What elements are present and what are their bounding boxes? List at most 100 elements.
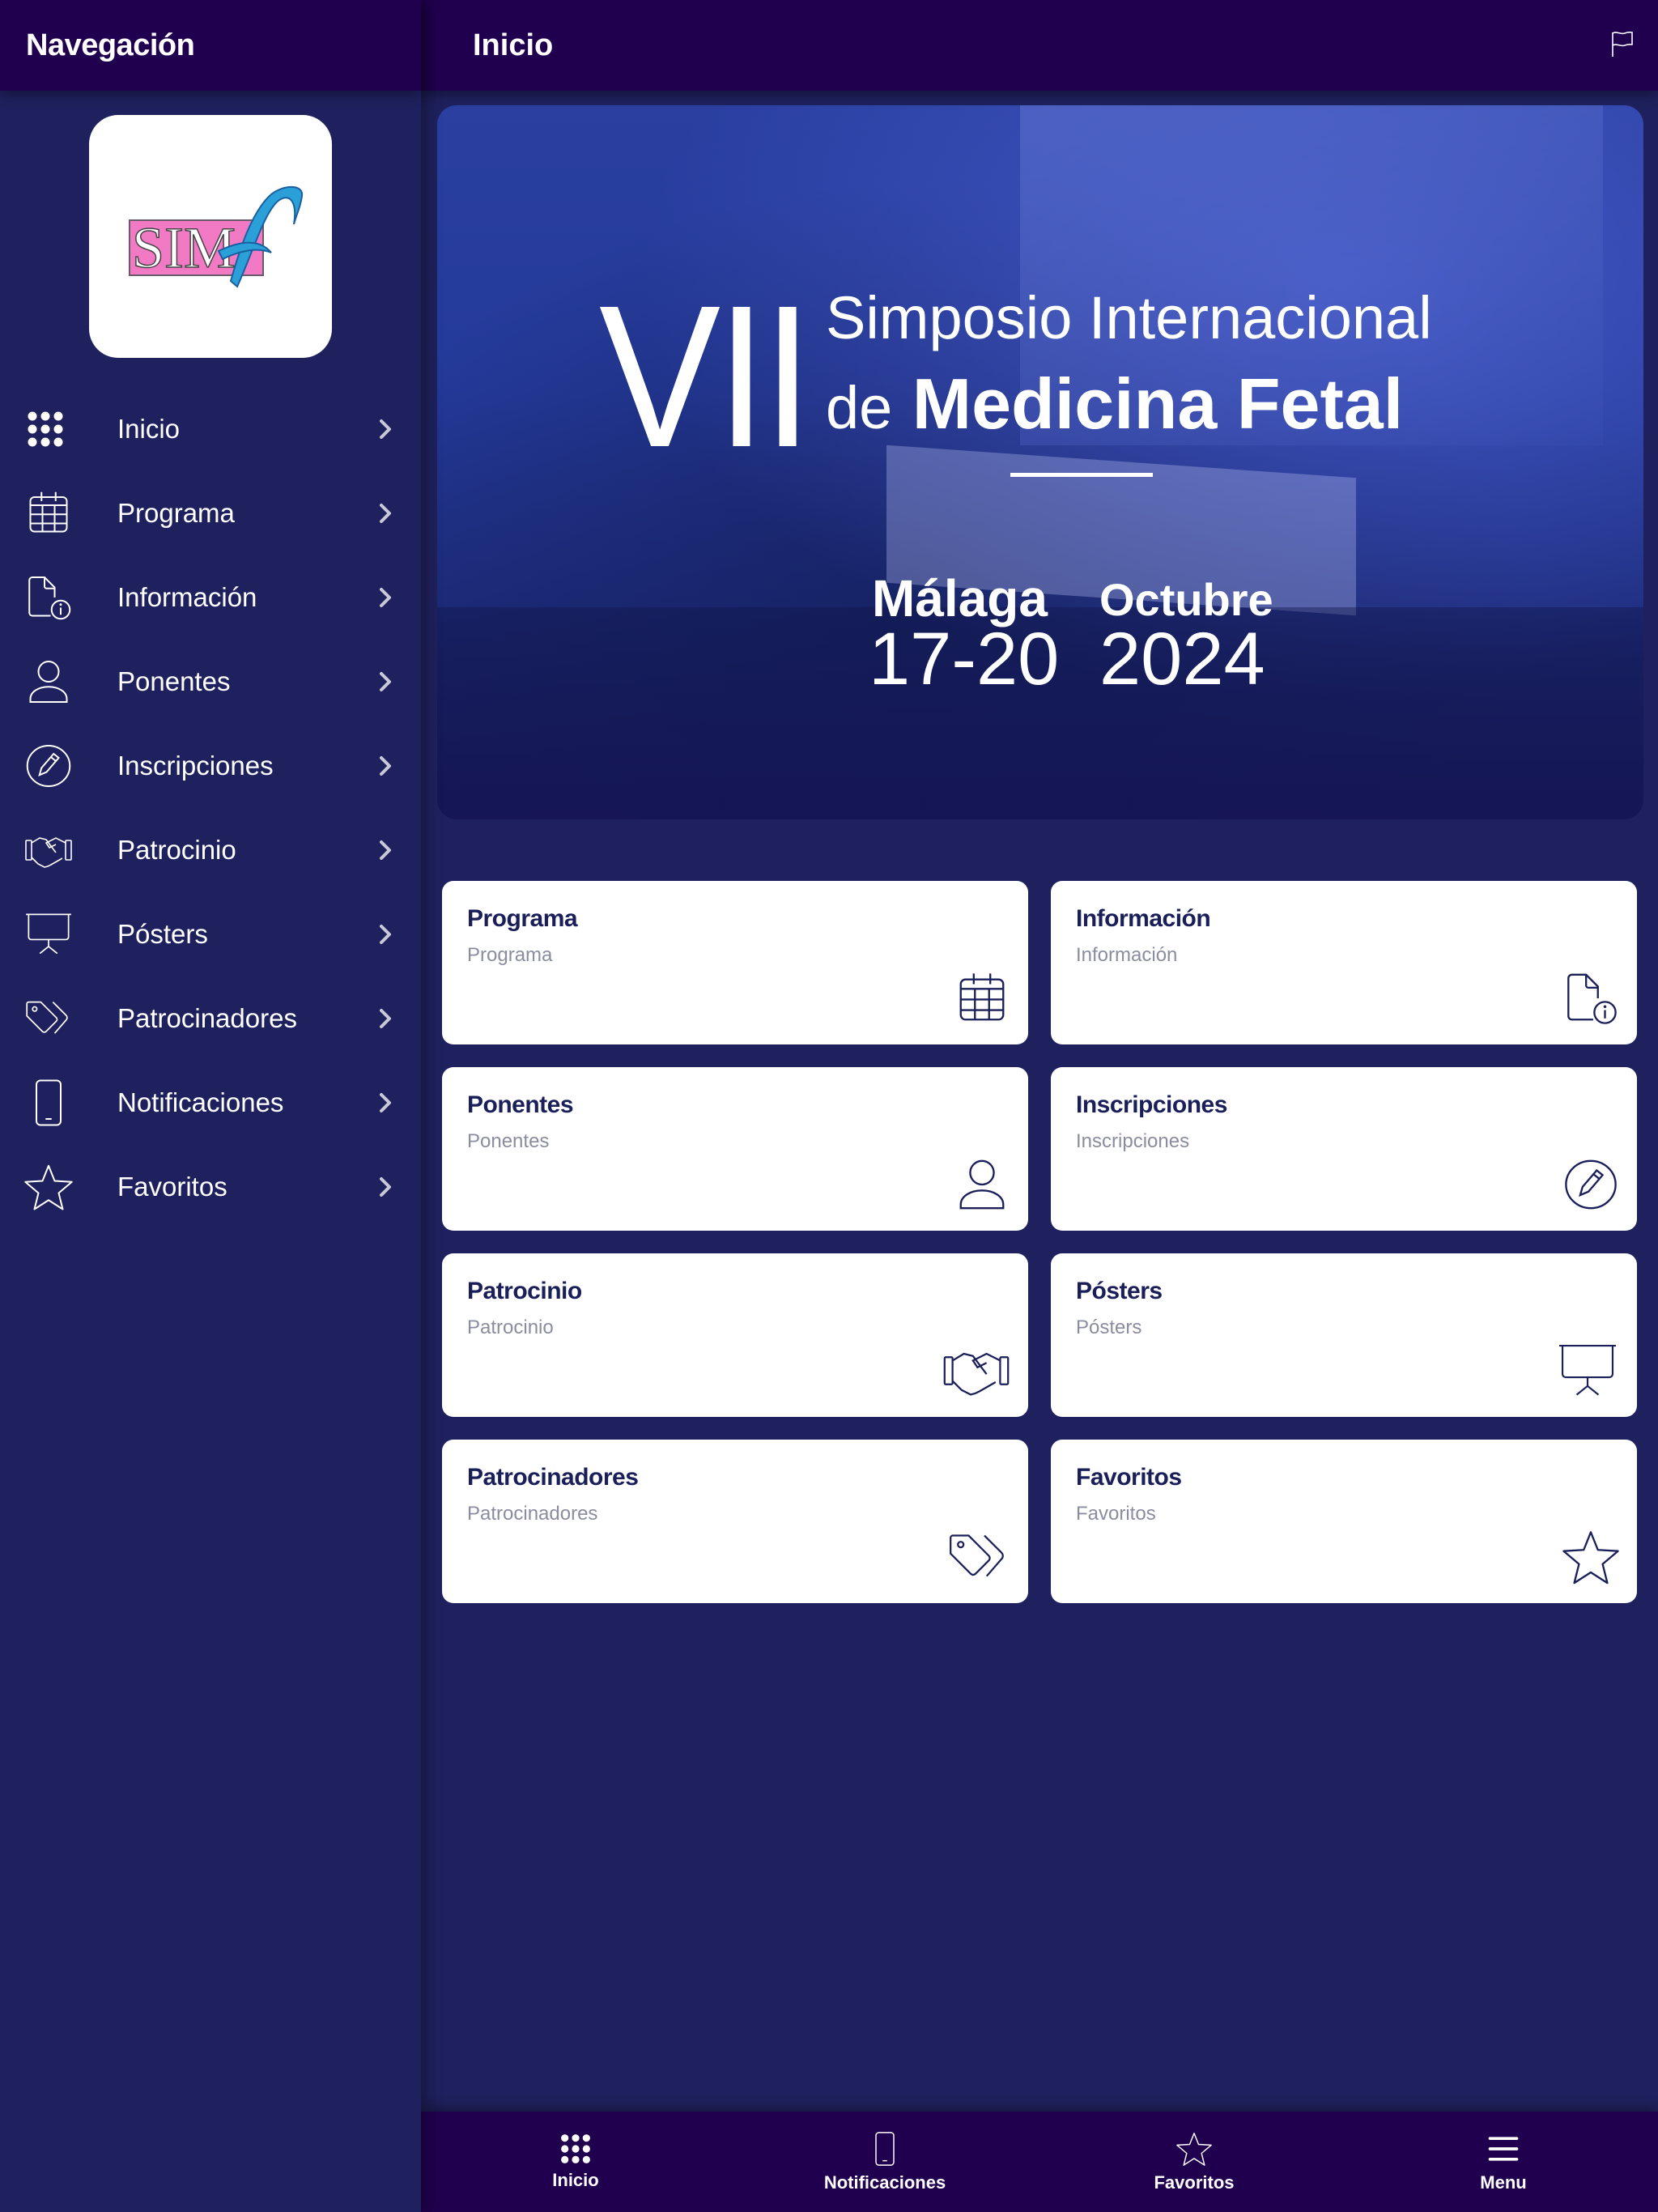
card-subtitle: Inscripciones [1076,1130,1190,1152]
card-title: Patrocinadores [467,1464,639,1491]
card-posters[interactable]: Pósters Pósters [1051,1253,1637,1417]
phone-icon [24,1078,73,1127]
card-subtitle: Ponentes [467,1130,550,1152]
card-title: Inscripciones [1076,1091,1227,1118]
drawer-title: Navegación [26,28,195,62]
person-icon [954,1156,1010,1213]
sidebar-item-favoritos[interactable]: Favoritos [0,1145,421,1229]
drawer-header: Navegación [0,0,421,91]
sidebar-item-informacion[interactable]: Información [0,555,421,640]
chevron-right-icon [376,667,397,696]
drawer-nav: Inicio Programa Información Ponentes Ins… [0,387,421,1229]
tab-label: Menu [1480,2172,1527,2193]
sidebar-item-label: Programa [117,498,235,528]
main-content: Inicio VII Simposio Internacional de Med… [421,0,1658,2212]
pencil-circle-icon [24,742,73,790]
star-icon [24,1163,73,1211]
top-bar: Inicio [421,0,1658,91]
tab-notificaciones[interactable]: Notificaciones [730,2112,1039,2212]
grid-dots-icon [559,2133,592,2165]
person-icon [24,657,73,706]
card-informacion[interactable]: Información Información [1051,881,1637,1044]
tab-label: Favoritos [1154,2172,1235,2193]
tags-icon [24,994,73,1043]
handshake-icon [24,826,73,874]
sidebar-item-inicio[interactable]: Inicio [0,387,421,471]
chevron-right-icon [376,836,397,865]
sidebar-item-inscripciones[interactable]: Inscripciones [0,724,421,808]
shortcut-grid: Programa Programa Información Informació… [442,881,1637,1603]
hero-text: VII Simposio Internacional de Medicina F… [437,105,1643,819]
tab-menu[interactable]: Menu [1349,2112,1658,2212]
pencil-circle-icon [1562,1156,1619,1213]
sidebar-item-label: Patrocinio [117,835,236,865]
tab-label: Inicio [552,2170,599,2190]
card-title: Información [1076,905,1211,932]
sidebar-item-label: Información [117,582,257,612]
card-inscripciones[interactable]: Inscripciones Inscripciones [1051,1067,1637,1231]
app-logo: SIM [89,115,332,358]
card-title: Pósters [1076,1278,1163,1304]
edition-number: VII [599,263,813,489]
card-patrocinadores[interactable]: Patrocinadores Patrocinadores [442,1440,1028,1603]
page-title: Inicio [473,28,554,62]
sidebar-item-patrocinadores[interactable]: Patrocinadores [0,976,421,1061]
card-title: Ponentes [467,1091,574,1118]
card-title: Patrocinio [467,1278,582,1304]
presentation-board-icon [1556,1342,1619,1399]
document-info-icon [24,573,73,622]
chevron-right-icon [376,583,397,612]
event-title-prefix: de [826,374,893,441]
hamburger-icon [1486,2130,1521,2167]
card-title: Favoritos [1076,1464,1182,1491]
sidebar-item-label: Patrocinadores [117,1003,297,1033]
sidebar-item-patrocinio[interactable]: Patrocinio [0,808,421,892]
event-dates: 17-20 [869,618,1060,700]
logo-text: SIM [132,215,236,280]
sidebar-item-label: Notificaciones [117,1087,284,1117]
bottom-tab-bar: Inicio Notificaciones Favoritos Menu [421,2112,1658,2212]
star-icon [1176,2130,1212,2167]
simf-logo-icon: SIM [129,185,304,288]
card-ponentes[interactable]: Ponentes Ponentes [442,1067,1028,1231]
sidebar-item-posters[interactable]: Pósters [0,892,421,976]
document-info-icon [1562,970,1619,1027]
card-patrocinio[interactable]: Patrocinio Patrocinio [442,1253,1028,1417]
phone-icon [867,2130,903,2167]
chevron-right-icon [376,1004,397,1033]
flag-icon[interactable] [1608,29,1637,58]
chevron-right-icon [376,751,397,781]
chevron-right-icon [376,920,397,949]
handshake-icon [942,1342,1010,1399]
card-subtitle: Pósters [1076,1317,1142,1338]
sidebar-item-label: Inscripciones [117,751,274,781]
card-title: Programa [467,905,578,932]
sidebar-item-ponentes[interactable]: Ponentes [0,640,421,724]
navigation-drawer: Navegación SIM Inicio Programa Informaci… [0,0,421,2212]
grid-dots-icon [26,410,65,449]
event-title-line2: de Medicina Fetal [826,363,1403,445]
sidebar-item-label: Inicio [117,414,181,444]
sidebar-item-label: Pósters [117,919,208,949]
card-subtitle: Favoritos [1076,1503,1156,1525]
tab-favoritos[interactable]: Favoritos [1039,2112,1349,2212]
event-title-main: Medicina Fetal [912,364,1404,444]
card-subtitle: Patrocinio [467,1317,554,1338]
sidebar-item-programa[interactable]: Programa [0,471,421,555]
chevron-right-icon [376,499,397,528]
hero-banner[interactable]: VII Simposio Internacional de Medicina F… [437,105,1643,819]
card-subtitle: Información [1076,944,1178,966]
card-subtitle: Programa [467,944,553,966]
chevron-right-icon [376,415,397,444]
tab-inicio[interactable]: Inicio [421,2112,730,2212]
card-subtitle: Patrocinadores [467,1503,598,1525]
card-programa[interactable]: Programa Programa [442,881,1028,1044]
sidebar-item-notificaciones[interactable]: Notificaciones [0,1061,421,1145]
chevron-right-icon [376,1088,397,1117]
sidebar-item-label: Ponentes [117,666,231,696]
presentation-board-icon [24,910,73,959]
chevron-right-icon [376,1172,397,1202]
event-year: 2024 [1099,618,1265,700]
card-favoritos[interactable]: Favoritos Favoritos [1051,1440,1637,1603]
tab-label: Notificaciones [823,2172,946,2193]
